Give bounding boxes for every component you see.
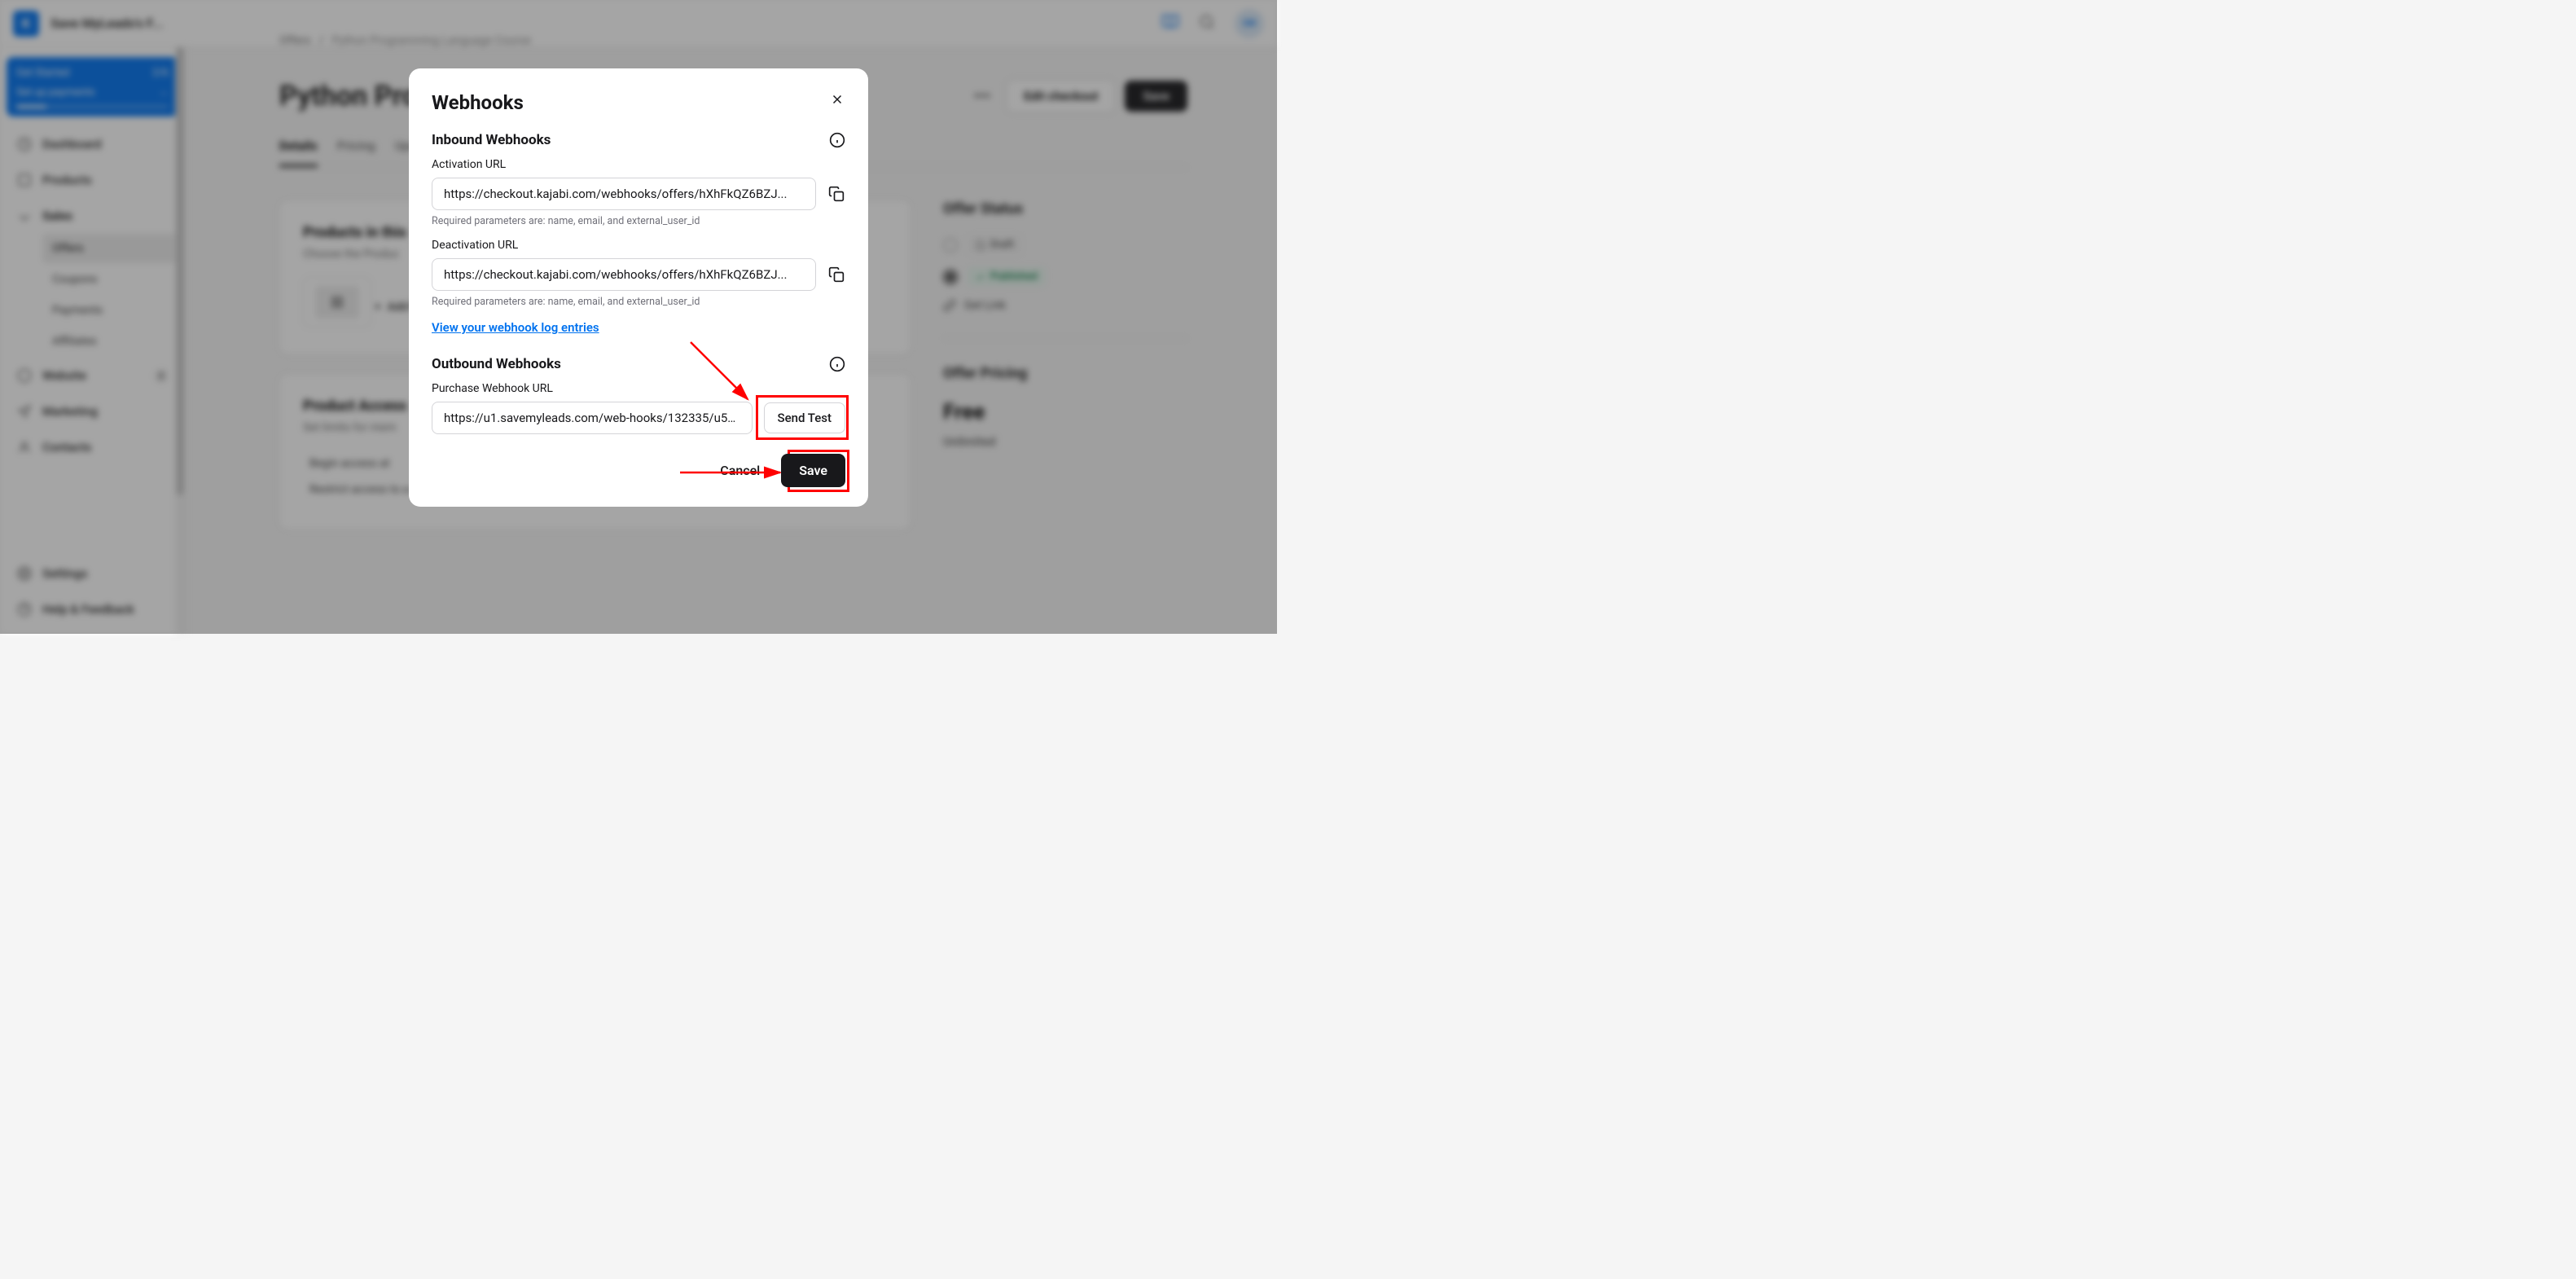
copy-icon	[828, 186, 845, 202]
save-button[interactable]: Save	[781, 454, 845, 487]
activation-hint: Required parameters are: name, email, an…	[432, 215, 845, 227]
copy-deactivation-button[interactable]	[827, 266, 845, 283]
close-icon	[830, 92, 845, 107]
modal-title: Webhooks	[432, 91, 845, 114]
purchase-label: Purchase Webhook URL	[432, 382, 845, 395]
deactivation-label: Deactivation URL	[432, 239, 845, 252]
deactivation-hint: Required parameters are: name, email, an…	[432, 296, 845, 308]
copy-activation-button[interactable]	[827, 185, 845, 203]
cancel-button[interactable]: Cancel	[713, 455, 766, 486]
modal-overlay: Webhooks Inbound Webhooks Activation URL…	[0, 0, 1277, 634]
info-icon[interactable]	[829, 356, 845, 372]
info-icon[interactable]	[829, 132, 845, 148]
activation-label: Activation URL	[432, 158, 845, 171]
inbound-title: Inbound Webhooks	[432, 132, 551, 148]
send-test-button[interactable]: Send Test	[764, 402, 846, 433]
close-button[interactable]	[826, 88, 849, 111]
activation-url-input[interactable]: https://checkout.kajabi.com/webhooks/off…	[432, 178, 816, 210]
arrow-to-send-test	[687, 338, 760, 411]
copy-icon	[828, 266, 845, 283]
outbound-title: Outbound Webhooks	[432, 356, 561, 372]
webhooks-modal: Webhooks Inbound Webhooks Activation URL…	[409, 68, 868, 507]
log-link[interactable]: View your webhook log entries	[432, 320, 599, 335]
purchase-url-input[interactable]: https://u1.savemyleads.com/web-hooks/132…	[432, 402, 753, 434]
deactivation-url-input[interactable]: https://checkout.kajabi.com/webhooks/off…	[432, 258, 816, 291]
